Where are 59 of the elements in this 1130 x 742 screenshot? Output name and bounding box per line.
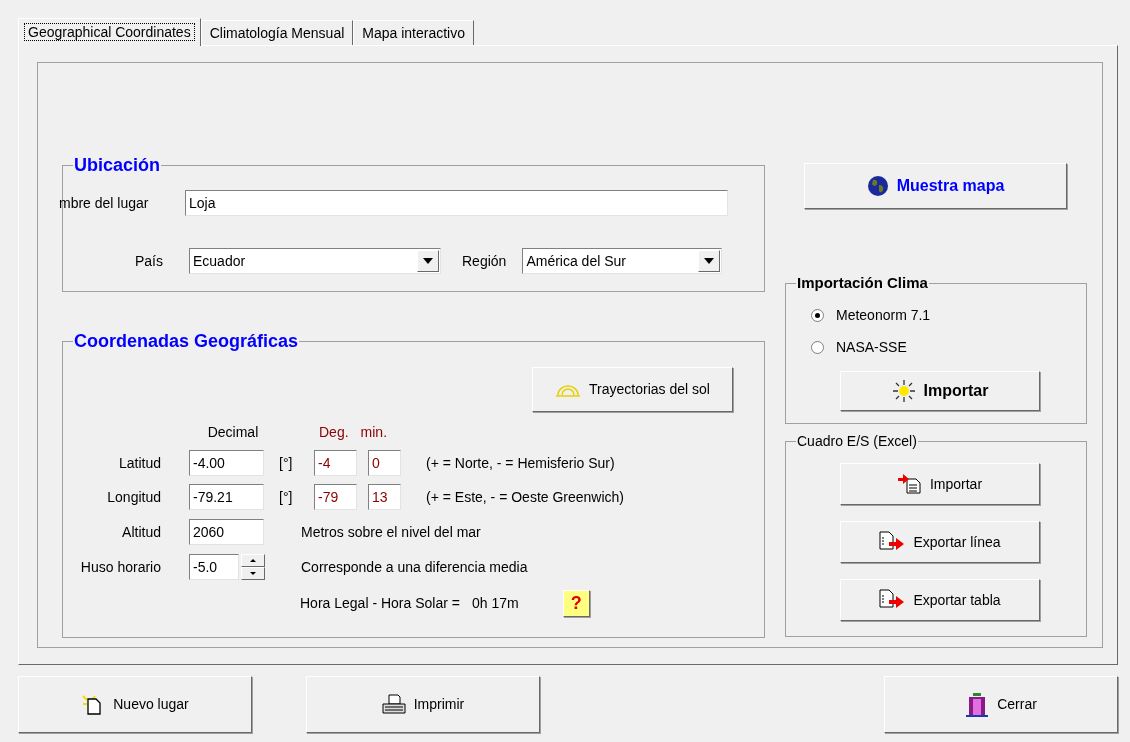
globe-icon <box>866 175 889 197</box>
unit-label: [°] <box>279 487 294 507</box>
field-label: Longitud <box>106 487 161 507</box>
close-button[interactable]: Cerrar <box>884 676 1118 733</box>
exit-door-icon <box>965 691 990 718</box>
unit-label: [°] <box>279 453 294 473</box>
printer-icon <box>381 693 406 716</box>
field-label: Huso horario <box>79 557 161 577</box>
column-header: Decimal <box>206 422 260 442</box>
tab[interactable]: Climatología Mensual <box>200 20 354 45</box>
hint-text: (+ = Norte, - = Hemisferio Sur) <box>426 453 615 473</box>
radio-button[interactable] <box>811 309 824 322</box>
hint-text: Corresponde a una diferencia media <box>301 557 528 577</box>
export-document-icon <box>879 531 906 553</box>
caret-icon <box>423 258 433 264</box>
field-label: Altitud <box>121 522 161 542</box>
export-button[interactable]: Exportar tabla <box>840 579 1040 621</box>
export-button[interactable]: Exportar línea <box>840 521 1040 563</box>
place-name-field[interactable]: Loja <box>185 190 728 216</box>
hint-text: (+ = Este, - = Oeste Greenwich) <box>426 487 625 507</box>
spin-control[interactable] <box>241 554 265 580</box>
dropdown[interactable]: Ecuador <box>189 248 441 274</box>
caret-icon <box>704 258 715 264</box>
down-arrow-icon <box>250 572 256 575</box>
radio-label: Meteonorm 7.1 <box>836 306 931 325</box>
column-header: min. <box>360 422 388 442</box>
dropdown[interactable]: América del Sur <box>522 248 723 274</box>
solar-difference-value: 0h 17m <box>471 593 519 613</box>
import-climate-button[interactable]: Importar <box>840 371 1040 411</box>
solar-difference-text: Hora Legal - Hora Solar = <box>300 593 460 613</box>
field-label: Latitud <box>117 453 161 473</box>
column-header: Deg. <box>319 422 349 442</box>
minutes-field[interactable]: 0 <box>368 450 401 476</box>
degrees-field[interactable]: -79 <box>314 484 357 510</box>
sun-icon <box>891 379 916 403</box>
tab[interactable]: Geographical Coordinates <box>18 18 201 46</box>
up-arrow-icon <box>250 559 256 562</box>
field-label: mbre del lugar <box>59 193 150 213</box>
decimal-field[interactable]: -4.00 <box>189 450 264 476</box>
sun-arc-icon <box>555 382 582 397</box>
timezone-field[interactable]: -5.0 <box>189 554 239 580</box>
radio-label: NASA-SSE <box>836 338 907 357</box>
import-document-icon <box>897 474 922 494</box>
help-button[interactable]: ? <box>562 589 590 617</box>
import-table-button[interactable]: Importar <box>840 463 1040 505</box>
decimal-field[interactable]: -79.21 <box>189 484 264 510</box>
hint-text: Metros sobre el nivel del mar <box>301 522 481 542</box>
field-label: País <box>134 251 163 271</box>
show-map-button[interactable]: Muestra mapa <box>804 163 1067 209</box>
tab[interactable]: Mapa interactivo <box>353 20 474 45</box>
minutes-field[interactable]: 13 <box>368 484 401 510</box>
altitude-field[interactable]: 2060 <box>189 519 264 545</box>
field-label: Región <box>462 251 507 271</box>
radio-button[interactable] <box>811 341 824 354</box>
print-button[interactable]: Imprimir <box>306 676 540 733</box>
export-document-icon <box>879 589 906 611</box>
degrees-field[interactable]: -4 <box>314 450 357 476</box>
new-button[interactable]: Nuevo lugar <box>18 676 252 733</box>
sun-paths-button[interactable]: Trayectorias del sol <box>532 367 733 412</box>
